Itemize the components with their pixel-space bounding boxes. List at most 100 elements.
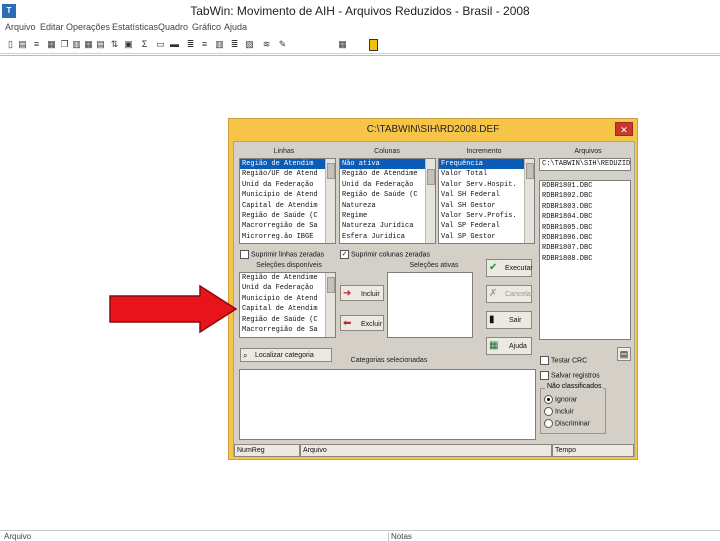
radio-discriminar[interactable]: Discriminar	[544, 419, 590, 428]
ajuda-button[interactable]: ▦ Ajuda	[486, 337, 532, 355]
list-icon[interactable]: ≡	[32, 39, 41, 49]
cancelar-button[interactable]: ✗ Cancelar	[486, 285, 533, 303]
sair-button[interactable]: ▮ Sair	[486, 311, 532, 329]
list-item[interactable]: Região de Saúde (C	[340, 190, 435, 200]
list-item[interactable]: RDBR1807.DBC	[540, 243, 630, 253]
menu-grafico[interactable]: Gráfico	[192, 22, 221, 32]
wrench-icon[interactable]: ≋	[262, 39, 271, 49]
arquivos-path-field[interactable]: C:\TABWIN\SIH\REDUZIDOS\F	[539, 158, 631, 171]
list-item[interactable]: Região de Atendim	[240, 159, 335, 170]
checkbox-box[interactable]	[540, 371, 549, 380]
align-icon[interactable]: ≣	[186, 39, 195, 49]
radio-dot[interactable]	[544, 395, 553, 404]
menu-arquivo[interactable]: Arquivo	[5, 22, 36, 32]
list-item[interactable]: Região/UF de Atend	[240, 169, 335, 179]
list-item[interactable]: Microrreg.ão IBGE	[240, 232, 335, 242]
colunas-scrollbar[interactable]	[425, 159, 435, 243]
categorias-list[interactable]	[239, 369, 536, 440]
incluir-button[interactable]: ➜ Incluir	[340, 285, 384, 301]
grid-icon[interactable]: ▦	[84, 39, 93, 49]
list-item[interactable]: Valor Serv.Profis.	[439, 211, 534, 221]
list-item[interactable]: Região de Atendime	[340, 169, 435, 179]
tool-icon[interactable]: ✎	[278, 39, 287, 49]
print2-icon[interactable]: ▬	[170, 39, 179, 49]
menu-ajuda[interactable]: Ajuda	[224, 22, 247, 32]
list-item[interactable]: Regime	[340, 211, 435, 221]
executar-button[interactable]: ✔ Executar	[486, 259, 533, 277]
linhas-scrollbar[interactable]	[325, 159, 335, 243]
yellow-bar-icon[interactable]	[369, 39, 378, 51]
checkbox-box[interactable]	[240, 250, 249, 259]
selecoes-disponiveis-list[interactable]: Região de Atendime Unid da Federação Mun…	[239, 272, 336, 338]
filter-icon[interactable]: ▣	[124, 39, 133, 49]
suprimir-linhas-checkbox[interactable]: Suprimir linhas zeradas	[240, 250, 324, 259]
salvar-registros-checkbox[interactable]: Salvar registros	[540, 371, 600, 380]
list-item[interactable]: RDBR1805.DBC	[540, 223, 630, 233]
grid2-icon[interactable]: ▤	[96, 39, 105, 49]
open-icon[interactable]: ▤	[18, 39, 27, 49]
list-item[interactable]: Capital de Atendim	[240, 304, 335, 314]
radio-incluir[interactable]: Incluir	[544, 407, 574, 416]
radio-dot[interactable]	[544, 407, 553, 416]
copy-icon[interactable]: ❐	[60, 39, 69, 49]
list-item[interactable]: Macrorregião de Sa	[240, 325, 335, 335]
list-item[interactable]: RDBR1808.DBC	[540, 254, 630, 264]
list-item[interactable]: Frequência	[439, 159, 534, 170]
list-item[interactable]: Natureza	[340, 201, 435, 211]
list-item[interactable]: Região de Atendime	[240, 273, 335, 283]
list-item[interactable]: Região de Saúde (C	[240, 315, 335, 325]
list-item[interactable]: Macrorregião de Sa	[240, 221, 335, 231]
list-item[interactable]: Valor Serv.Hospit.	[439, 180, 534, 190]
list-item[interactable]: Município de Atend	[240, 294, 335, 304]
list-item[interactable]: Val SH Federal	[439, 190, 534, 200]
list-item[interactable]: RDBR1802.DBC	[540, 191, 630, 201]
list-item[interactable]: Valor Total	[439, 169, 534, 179]
checkbox-box[interactable]: ✓	[340, 250, 349, 259]
print-icon[interactable]: ▭	[156, 39, 165, 49]
selecoes-scrollbar[interactable]	[325, 273, 335, 337]
menu-editar[interactable]: Editar	[40, 22, 64, 32]
localizar-categoria-button[interactable]: ⌕ Localizar categoria	[240, 348, 332, 362]
list-item[interactable]: Natureza Jurídica	[340, 221, 435, 231]
list-item[interactable]: RDBR1803.DBC	[540, 202, 630, 212]
list-item[interactable]: RDBR1806.DBC	[540, 233, 630, 243]
colunas-list[interactable]: Não ativa Região de Atendime Unid da Fed…	[339, 158, 436, 244]
scroll-thumb[interactable]	[526, 163, 534, 179]
list-item[interactable]: Unid da Federação	[240, 180, 335, 190]
list-item[interactable]: Val SP Gestor	[439, 232, 534, 242]
menu-estatisticas[interactable]: Estatísticas	[112, 22, 158, 32]
testar-crc-checkbox[interactable]: Testar CRC	[540, 356, 587, 365]
list-item[interactable]: Val SH Gestor	[439, 201, 534, 211]
checkbox-box[interactable]	[540, 356, 549, 365]
list-item[interactable]: Região de Saúde (C	[240, 211, 335, 221]
scroll-thumb[interactable]	[327, 277, 335, 293]
scroll-thumb[interactable]	[427, 169, 435, 185]
excluir-button[interactable]: ⬅ Excluir	[340, 315, 384, 331]
list-item[interactable]: Capital de Atendim	[240, 201, 335, 211]
list-item[interactable]: Val SP Federal	[439, 221, 534, 231]
arquivos-list[interactable]: RDBR1801.DBC RDBR1802.DBC RDBR1803.DBC R…	[539, 180, 631, 340]
bars2-icon[interactable]: ≣	[230, 39, 239, 49]
menu-quadro[interactable]: Quadro	[158, 22, 188, 32]
selecoes-ativas-list[interactable]	[387, 272, 473, 338]
list-item[interactable]: Unid da Federação	[240, 283, 335, 293]
calc-icon[interactable]: ▦	[338, 39, 347, 49]
folder-icon[interactable]: ▤	[617, 347, 631, 361]
paste-icon[interactable]: ▥	[72, 39, 81, 49]
sum-icon[interactable]: Σ	[140, 39, 149, 49]
table-icon[interactable]: ▦	[47, 39, 56, 49]
list-item[interactable]: RDBR1801.DBC	[540, 181, 630, 191]
sort-icon[interactable]: ⇅	[110, 39, 119, 49]
incremento-list[interactable]: Frequência Valor Total Valor Serv.Hospit…	[438, 158, 535, 244]
chart-icon[interactable]: ▧	[245, 39, 254, 49]
bars-icon[interactable]: ▥	[215, 39, 224, 49]
menu-operacoes[interactable]: Operações	[66, 22, 110, 32]
incremento-scrollbar[interactable]	[524, 159, 534, 243]
new-file-icon[interactable]: ▯	[6, 39, 15, 49]
close-button[interactable]: ✕	[615, 122, 633, 136]
radio-ignorar[interactable]: Ignorar	[544, 395, 577, 404]
align2-icon[interactable]: ≡	[200, 39, 209, 49]
radio-dot[interactable]	[544, 419, 553, 428]
list-item[interactable]: Não ativa	[340, 159, 435, 170]
suprimir-colunas-checkbox[interactable]: ✓ Suprimir colunas zeradas	[340, 250, 430, 259]
